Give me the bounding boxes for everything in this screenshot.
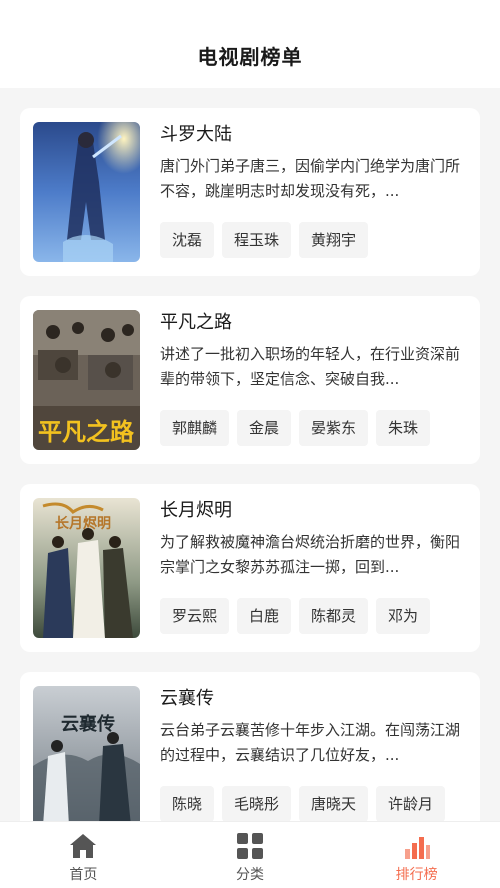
actor-tag[interactable]: 邓为: [376, 598, 431, 634]
drama-title: 斗罗大陆: [160, 124, 232, 145]
page-title: 电视剧榜单: [197, 45, 303, 69]
actor-tag[interactable]: 唐晓天: [299, 786, 369, 821]
actor-tag[interactable]: 毛晓彤: [222, 786, 292, 821]
actor-tag[interactable]: 白鹿: [237, 598, 292, 634]
tab-ranking[interactable]: 排行榜: [333, 822, 500, 888]
drama-title: 云襄传: [160, 688, 214, 709]
drama-card[interactable]: 斗罗大陆 唐门外门弟子唐三，因偷学内门绝学为唐门所不容，跳崖明志时却发现没有死，…: [20, 108, 480, 276]
drama-card[interactable]: 云襄传 云襄传 云台弟子云襄苦修十年步入江湖。在闯荡江湖的过程中，云襄结识了几位…: [20, 672, 480, 821]
drama-desc: 为了解救被魔神澹台烬统治折磨的世界，衡阳宗掌门之女黎苏苏孤注一掷，回到...: [160, 533, 460, 576]
actor-tag[interactable]: 郭麒麟: [160, 410, 230, 446]
poster-image: 平凡之路: [33, 310, 140, 450]
actor-tags: 罗云熙 白鹿 陈都灵 邓为: [160, 598, 480, 634]
drama-info: 云襄传 云台弟子云襄苦修十年步入江湖。在闯荡江湖的过程中，云襄结识了几位好友，.…: [160, 686, 460, 768]
poster-title-text: 平凡之路: [38, 418, 135, 446]
app-screen: 电视剧榜单 斗罗大陆 唐门外门弟子唐三，因偷学内门绝学为唐门所不容，跳崖明志时却…: [0, 0, 500, 888]
actor-tag[interactable]: 朱珠: [376, 410, 431, 446]
grid-icon: [237, 832, 263, 859]
drama-title: 平凡之路: [160, 312, 232, 333]
poster-title-text: 长月烬明: [55, 515, 111, 532]
poster-art-pingfan: 平凡之路: [33, 310, 140, 450]
poster-art-douluo: [33, 122, 140, 262]
actor-tag[interactable]: 晏紫东: [299, 410, 369, 446]
actor-tag[interactable]: 陈晓: [160, 786, 215, 821]
drama-desc: 云台弟子云襄苦修十年步入江湖。在闯荡江湖的过程中，云襄结识了几位好友，...: [160, 721, 460, 764]
actor-tag[interactable]: 沈磊: [160, 222, 215, 258]
poster-art-changyue: 长月烬明: [33, 498, 140, 638]
tab-home-label: 首页: [69, 866, 98, 883]
poster-art-yunxiang: 云襄传: [33, 686, 140, 821]
tab-category[interactable]: 分类: [167, 822, 334, 888]
actor-tags: 陈晓 毛晓彤 唐晓天 许龄月: [160, 786, 480, 821]
tab-category-label: 分类: [236, 866, 264, 883]
drama-list[interactable]: 斗罗大陆 唐门外门弟子唐三，因偷学内门绝学为唐门所不容，跳崖明志时却发现没有死，…: [0, 88, 500, 821]
actor-tag[interactable]: 罗云熙: [160, 598, 230, 634]
bottom-tabbar: 首页 分类 排行榜: [0, 821, 500, 888]
actor-tag[interactable]: 金晨: [237, 410, 292, 446]
actor-tag[interactable]: 许龄月: [376, 786, 446, 821]
poster-image: 长月烬明: [33, 498, 140, 638]
drama-info: 平凡之路 讲述了一批初入职场的年轻人，在行业资深前辈的带领下，坚定信念、突破自我…: [160, 310, 460, 392]
tab-ranking-label: 排行榜: [395, 866, 438, 883]
poster-image: 云襄传: [33, 686, 140, 821]
drama-card[interactable]: 平凡之路 平凡之路 讲述了一批初入职场的年轻人，在行业资深前辈的带领下，坚定信念…: [20, 296, 480, 464]
tab-home[interactable]: 首页: [0, 822, 167, 888]
actor-tags: 沈磊 程玉珠 黄翔宇: [160, 222, 480, 258]
drama-title: 长月烬明: [160, 500, 232, 521]
drama-info: 斗罗大陆 唐门外门弟子唐三，因偷学内门绝学为唐门所不容，跳崖明志时却发现没有死，…: [160, 122, 460, 204]
home-icon: [70, 833, 97, 858]
actor-tags: 郭麒麟 金晨 晏紫东 朱珠: [160, 410, 480, 446]
actor-tag[interactable]: 程玉珠: [222, 222, 292, 258]
actor-tag[interactable]: 黄翔宇: [299, 222, 369, 258]
drama-info: 长月烬明 为了解救被魔神澹台烬统治折磨的世界，衡阳宗掌门之女黎苏苏孤注一掷，回到…: [160, 498, 460, 580]
bar-chart-icon: [404, 836, 430, 859]
poster-image: [33, 122, 140, 262]
header: 电视剧榜单: [0, 0, 500, 88]
drama-desc: 讲述了一批初入职场的年轻人，在行业资深前辈的带领下，坚定信念、突破自我...: [160, 345, 460, 388]
actor-tag[interactable]: 陈都灵: [299, 598, 369, 634]
drama-desc: 唐门外门弟子唐三，因偷学内门绝学为唐门所不容，跳崖明志时却发现没有死，...: [160, 157, 460, 200]
drama-card[interactable]: 长月烬明 长月烬明 为了解救被魔神澹台烬统治折磨的世界，衡阳宗掌门之女黎苏苏孤注…: [20, 484, 480, 652]
poster-title-text: 云襄传: [61, 713, 115, 735]
